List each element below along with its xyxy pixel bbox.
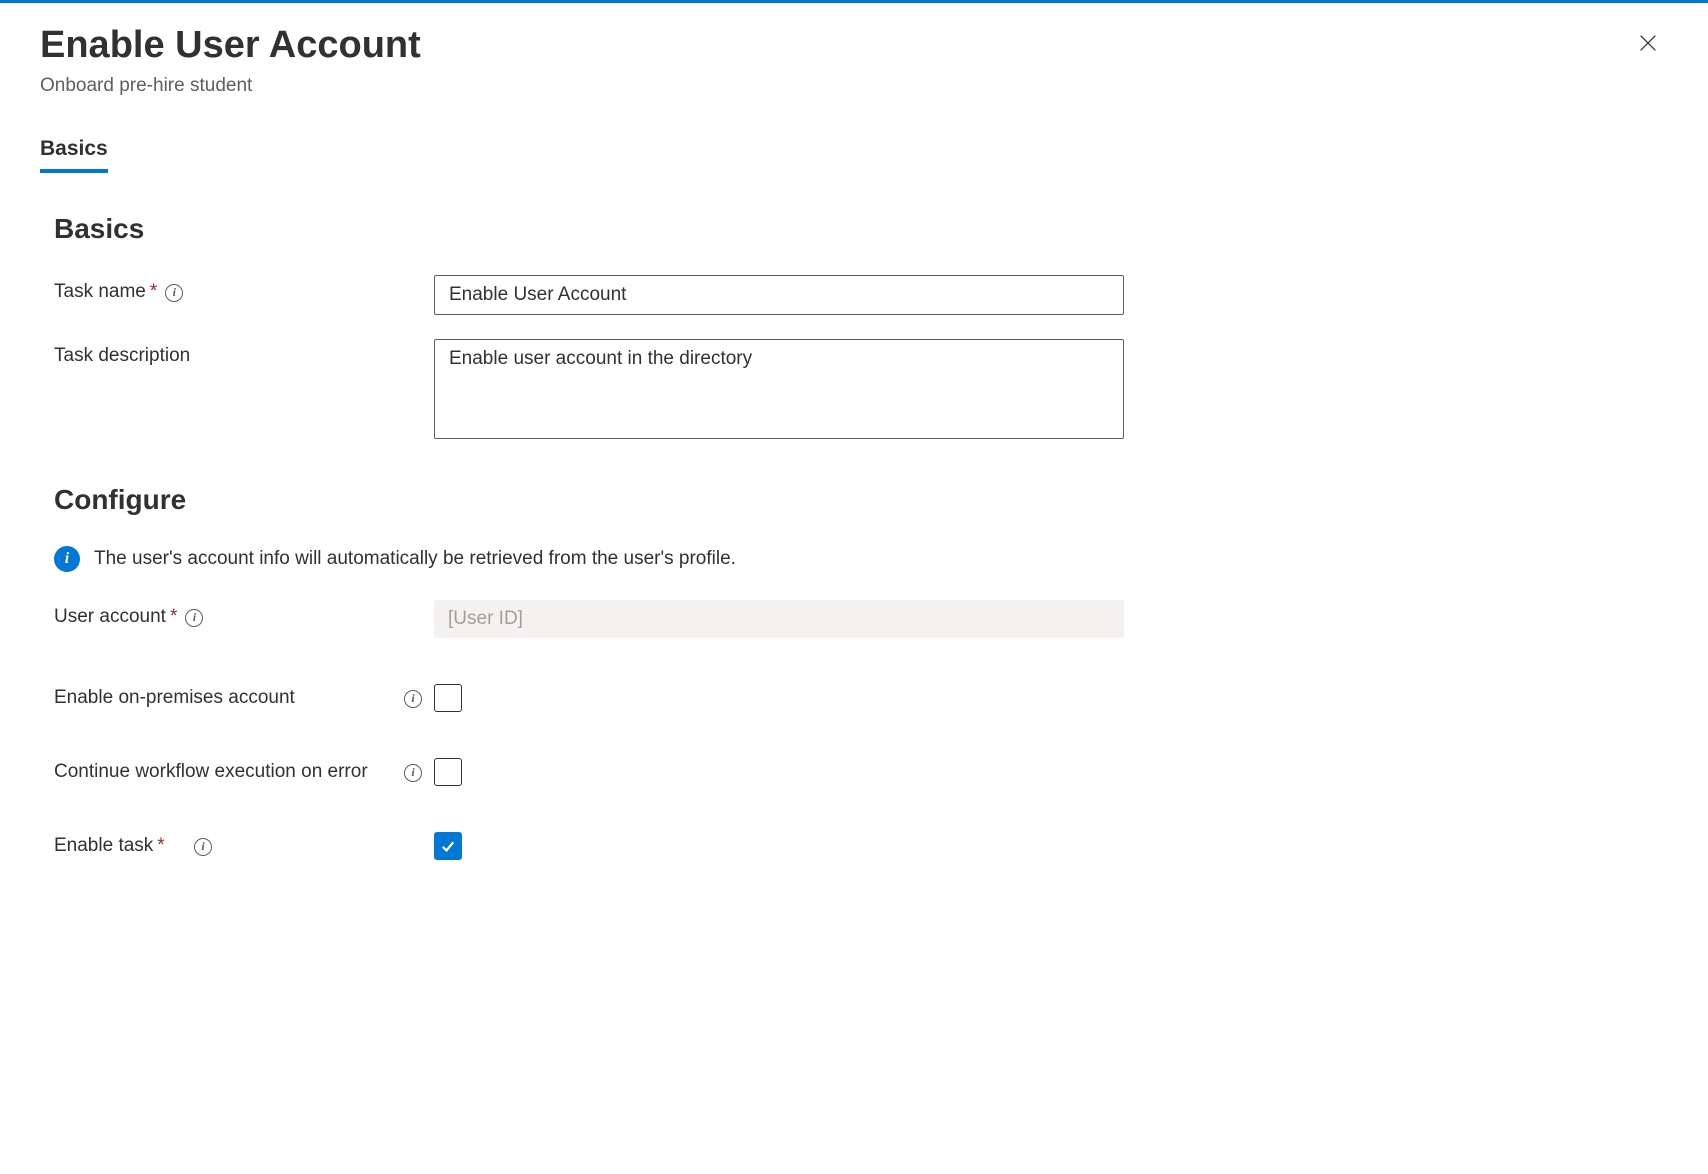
page-title: Enable User Account — [40, 23, 421, 69]
enable-on-prem-checkbox[interactable] — [434, 684, 462, 712]
info-banner-icon: i — [54, 546, 80, 572]
close-button[interactable] — [1628, 23, 1668, 63]
checkmark-icon — [439, 837, 457, 855]
info-icon[interactable] — [404, 690, 422, 708]
required-marker: * — [150, 281, 157, 303]
configure-form: User account * [User ID] — [54, 600, 1668, 638]
label-continue-on-error: Continue workflow execution on error — [54, 761, 396, 783]
header-row: Enable User Account Onboard pre-hire stu… — [40, 23, 1668, 97]
continue-on-error-checkbox[interactable] — [434, 758, 462, 786]
user-account-label-text: User account — [54, 606, 166, 628]
info-icon[interactable] — [194, 838, 212, 856]
required-marker: * — [170, 606, 177, 628]
label-task-name: Task name * — [54, 275, 434, 303]
basics-form: Task name * Task description — [54, 275, 1668, 444]
label-enable-on-prem: Enable on-premises account — [54, 687, 396, 709]
header-text: Enable User Account Onboard pre-hire stu… — [40, 23, 421, 97]
enable-task-checkbox[interactable] — [434, 832, 462, 860]
tab-bar: Basics — [40, 137, 1668, 173]
label-enable-task: Enable task * — [54, 835, 186, 857]
info-icon[interactable] — [185, 609, 203, 627]
info-banner-text: The user's account info will automatical… — [94, 548, 736, 570]
row-user-account: User account * [User ID] — [54, 600, 1668, 638]
user-account-field: [User ID] — [434, 600, 1124, 638]
row-continue-on-error: Continue workflow execution on error — [54, 758, 1668, 786]
info-banner: i The user's account info will automatic… — [54, 546, 1668, 572]
row-task-name: Task name * — [54, 275, 1668, 315]
continue-on-error-label-text: Continue workflow execution on error — [54, 761, 368, 783]
section-basics-title: Basics — [54, 213, 1668, 245]
info-icon[interactable] — [165, 284, 183, 302]
info-icon[interactable] — [404, 764, 422, 782]
task-description-input[interactable] — [434, 339, 1124, 439]
tab-basics[interactable]: Basics — [40, 137, 108, 173]
page-subtitle: Onboard pre-hire student — [40, 75, 421, 97]
page-container: Enable User Account Onboard pre-hire stu… — [0, 3, 1708, 946]
label-task-description: Task description — [54, 339, 434, 367]
section-configure-title: Configure — [54, 484, 1668, 516]
task-name-input[interactable] — [434, 275, 1124, 315]
row-task-description: Task description — [54, 339, 1668, 444]
close-icon — [1637, 32, 1659, 54]
row-enable-task: Enable task * — [54, 832, 1668, 860]
task-name-label-text: Task name — [54, 281, 146, 303]
label-user-account: User account * — [54, 600, 434, 628]
enable-task-label-text: Enable task — [54, 835, 153, 857]
row-enable-on-prem: Enable on-premises account — [54, 684, 1668, 712]
required-marker: * — [157, 835, 164, 857]
enable-on-prem-label-text: Enable on-premises account — [54, 687, 295, 709]
task-description-label-text: Task description — [54, 345, 190, 367]
